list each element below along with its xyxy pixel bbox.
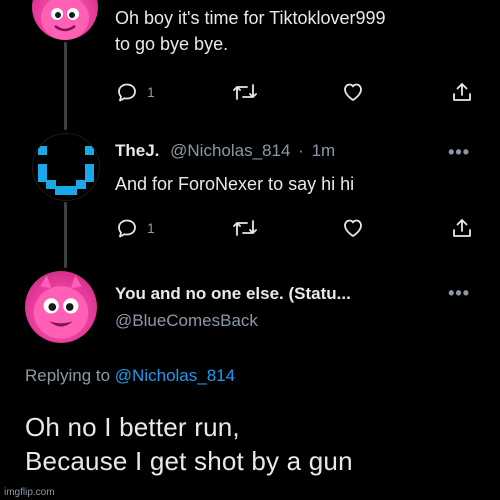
replying-to-mention[interactable]: @Nicholas_814 (115, 366, 235, 385)
share-icon (453, 219, 471, 237)
tweet2-reply-button[interactable]: 1 (115, 216, 155, 240)
retweet-icon (233, 84, 257, 100)
tweet1-text-line2: to go bye bye. (115, 34, 229, 54)
avatar-tweet2[interactable] (32, 133, 100, 201)
avatar-tweet3[interactable] (25, 271, 97, 343)
tweet2-separator: · (298, 141, 304, 160)
tweet2-actions: 1 (115, 216, 475, 240)
tweet2-handle[interactable]: @Nicholas_814 (170, 141, 290, 160)
more-icon: ••• (448, 142, 470, 162)
thread-line-top (64, 42, 67, 130)
tweet3-text: Oh no I better run, Because I get shot b… (25, 410, 353, 478)
share-icon (453, 83, 471, 101)
replying-to: Replying to @Nicholas_814 (25, 366, 235, 386)
like-icon (344, 219, 362, 237)
tweet1-retweet-button[interactable] (232, 80, 258, 104)
tweet3-text-line2: Because I get shot by a gun (25, 446, 353, 476)
watermark: imgflip.com (4, 487, 55, 498)
tweet1-text-line1: Oh boy it's time for Tiktoklover999 (115, 8, 386, 28)
monster-avatar-icon (33, 275, 89, 339)
tweet2-more-button[interactable]: ••• (448, 142, 470, 163)
tweet1-reply-button[interactable]: 1 (115, 80, 155, 104)
retweet-icon (233, 220, 257, 236)
tweet3-handle[interactable]: @BlueComesBack (115, 311, 351, 331)
pixel-smiley-avatar-icon (38, 146, 94, 195)
thread-line-middle (64, 202, 67, 268)
tweet3-header: You and no one else. (Statu... @BlueCome… (115, 284, 351, 331)
reply-icon (118, 219, 136, 238)
monster-avatar-icon (41, 0, 89, 40)
tweet3-display-name[interactable]: You and no one else. (Statu... (115, 284, 351, 304)
replying-to-prefix: Replying to (25, 366, 111, 385)
more-icon: ••• (448, 283, 470, 303)
tweet2-reply-count: 1 (147, 220, 155, 236)
tweet3-text-line1: Oh no I better run, (25, 412, 240, 442)
tweet1-share-button[interactable] (450, 80, 474, 104)
tweet2-display-name[interactable]: TheJ. (115, 141, 159, 160)
tweet2-retweet-button[interactable] (232, 216, 258, 240)
tweet2-like-button[interactable] (341, 216, 365, 240)
tweet3-more-button[interactable]: ••• (448, 283, 470, 304)
reply-icon (118, 83, 136, 102)
tweet2-share-button[interactable] (450, 216, 474, 240)
tweet1-actions: 1 (115, 80, 475, 104)
tweet1-text: Oh boy it's time for Tiktoklover999 to g… (115, 5, 386, 57)
avatar-tweet1[interactable] (32, 0, 98, 40)
tweet2-text: And for ForoNexer to say hi hi (115, 174, 355, 194)
tweet1-reply-count: 1 (147, 84, 155, 100)
tweet1-like-button[interactable] (341, 80, 365, 104)
tweet2-header: TheJ. @Nicholas_814 · 1m (115, 141, 335, 161)
tweet2-time[interactable]: 1m (312, 141, 336, 160)
like-icon (344, 83, 362, 101)
